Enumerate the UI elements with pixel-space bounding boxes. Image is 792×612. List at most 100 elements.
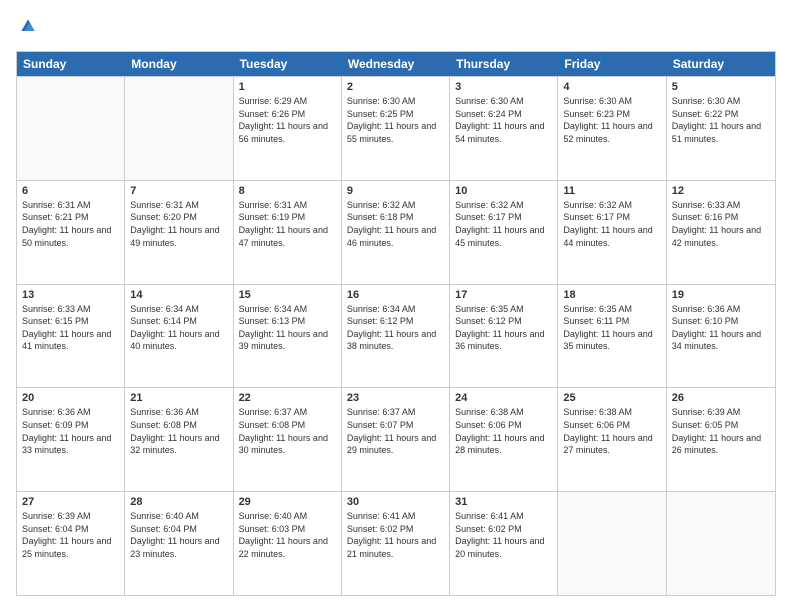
- calendar-cell-4: 4 Sunrise: 6:30 AM Sunset: 6:23 PM Daylig…: [558, 77, 666, 180]
- calendar-row-4: 27Sunrise: 6:39 AM Sunset: 6:04 PM Dayli…: [17, 491, 775, 595]
- header-day-wednesday: Wednesday: [342, 52, 450, 76]
- calendar-cell-17: 17 Sunrise: 6:35 AM Sunset: 6:12 PM Dayli…: [450, 285, 558, 388]
- calendar-cell-18: 18 Sunrise: 6:35 AM Sunset: 6:11 PM Dayli…: [558, 285, 666, 388]
- cell-info: Sunrise: 6:38 AM Sunset: 6:06 PM Dayligh…: [455, 406, 552, 456]
- cell-info: Sunrise: 6:36 AM Sunset: 6:09 PM Dayligh…: [22, 406, 119, 456]
- cell-info: Sunrise: 6:29 AM Sunset: 6:26 PM Dayligh…: [239, 95, 336, 145]
- day-number: 28: [130, 496, 227, 508]
- logo: [16, 16, 38, 41]
- header-day-thursday: Thursday: [450, 52, 558, 76]
- calendar-cell-empty: [125, 77, 233, 180]
- calendar-cell-8: 8Sunrise: 6:31 AM Sunset: 6:19 PM Daylig…: [234, 181, 342, 284]
- calendar-cell-3: 3 Sunrise: 6:30 AM Sunset: 6:24 PM Daylig…: [450, 77, 558, 180]
- calendar-cell-2: 2 Sunrise: 6:30 AM Sunset: 6:25 PM Daylig…: [342, 77, 450, 180]
- cell-info: Sunrise: 6:36 AM Sunset: 6:08 PM Dayligh…: [130, 406, 227, 456]
- day-number: 17: [455, 289, 552, 301]
- day-number: 12: [672, 185, 770, 197]
- calendar-row-3: 20 Sunrise: 6:36 AM Sunset: 6:09 PM Dayli…: [17, 387, 775, 491]
- cell-info: Sunrise: 6:41 AM Sunset: 6:02 PM Dayligh…: [347, 510, 444, 560]
- day-number: 8: [239, 185, 336, 197]
- cell-info: Sunrise: 6:39 AM Sunset: 6:05 PM Dayligh…: [672, 406, 770, 456]
- cell-info: Sunrise: 6:36 AM Sunset: 6:10 PM Dayligh…: [672, 303, 770, 353]
- day-number: 2: [347, 81, 444, 93]
- day-number: 6: [22, 185, 119, 197]
- day-number: 20: [22, 392, 119, 404]
- calendar-cell-13: 13 Sunrise: 6:33 AM Sunset: 6:15 PM Dayli…: [17, 285, 125, 388]
- cell-info: Sunrise: 6:31 AM Sunset: 6:20 PM Dayligh…: [130, 199, 227, 249]
- cell-info: Sunrise: 6:32 AM Sunset: 6:17 PM Dayligh…: [455, 199, 552, 249]
- calendar-cell-9: 9Sunrise: 6:32 AM Sunset: 6:18 PM Daylig…: [342, 181, 450, 284]
- day-number: 18: [563, 289, 660, 301]
- cell-info: Sunrise: 6:30 AM Sunset: 6:23 PM Dayligh…: [563, 95, 660, 145]
- cell-info: Sunrise: 6:30 AM Sunset: 6:24 PM Dayligh…: [455, 95, 552, 145]
- day-number: 31: [455, 496, 552, 508]
- cell-info: Sunrise: 6:32 AM Sunset: 6:17 PM Dayligh…: [563, 199, 660, 249]
- day-number: 27: [22, 496, 119, 508]
- calendar-cell-20: 20 Sunrise: 6:36 AM Sunset: 6:09 PM Dayli…: [17, 388, 125, 491]
- day-number: 16: [347, 289, 444, 301]
- header-day-friday: Friday: [558, 52, 666, 76]
- cell-info: Sunrise: 6:30 AM Sunset: 6:25 PM Dayligh…: [347, 95, 444, 145]
- day-number: 7: [130, 185, 227, 197]
- day-number: 3: [455, 81, 552, 93]
- cell-info: Sunrise: 6:30 AM Sunset: 6:22 PM Dayligh…: [672, 95, 770, 145]
- calendar-body: 1 Sunrise: 6:29 AM Sunset: 6:26 PM Daylig…: [17, 76, 775, 595]
- calendar-cell-27: 27Sunrise: 6:39 AM Sunset: 6:04 PM Dayli…: [17, 492, 125, 595]
- cell-info: Sunrise: 6:34 AM Sunset: 6:13 PM Dayligh…: [239, 303, 336, 353]
- calendar-cell-5: 5 Sunrise: 6:30 AM Sunset: 6:22 PM Daylig…: [667, 77, 775, 180]
- calendar-cell-10: 10Sunrise: 6:32 AM Sunset: 6:17 PM Dayli…: [450, 181, 558, 284]
- day-number: 29: [239, 496, 336, 508]
- cell-info: Sunrise: 6:40 AM Sunset: 6:04 PM Dayligh…: [130, 510, 227, 560]
- cell-info: Sunrise: 6:38 AM Sunset: 6:06 PM Dayligh…: [563, 406, 660, 456]
- cell-info: Sunrise: 6:35 AM Sunset: 6:11 PM Dayligh…: [563, 303, 660, 353]
- calendar-cell-empty: [667, 492, 775, 595]
- header-day-sunday: Sunday: [17, 52, 125, 76]
- day-number: 4: [563, 81, 660, 93]
- calendar-row-2: 13 Sunrise: 6:33 AM Sunset: 6:15 PM Dayli…: [17, 284, 775, 388]
- cell-info: Sunrise: 6:37 AM Sunset: 6:07 PM Dayligh…: [347, 406, 444, 456]
- calendar: SundayMondayTuesdayWednesdayThursdayFrid…: [16, 51, 776, 596]
- cell-info: Sunrise: 6:41 AM Sunset: 6:02 PM Dayligh…: [455, 510, 552, 560]
- logo-icon: [18, 16, 38, 36]
- cell-info: Sunrise: 6:34 AM Sunset: 6:12 PM Dayligh…: [347, 303, 444, 353]
- header-day-saturday: Saturday: [667, 52, 775, 76]
- calendar-cell-29: 29 Sunrise: 6:40 AM Sunset: 6:03 PM Dayli…: [234, 492, 342, 595]
- day-number: 5: [672, 81, 770, 93]
- day-number: 1: [239, 81, 336, 93]
- calendar-cell-25: 25 Sunrise: 6:38 AM Sunset: 6:06 PM Dayli…: [558, 388, 666, 491]
- calendar-cell-14: 14Sunrise: 6:34 AM Sunset: 6:14 PM Dayli…: [125, 285, 233, 388]
- day-number: 19: [672, 289, 770, 301]
- calendar-cell-1: 1 Sunrise: 6:29 AM Sunset: 6:26 PM Daylig…: [234, 77, 342, 180]
- calendar-cell-12: 12Sunrise: 6:33 AM Sunset: 6:16 PM Dayli…: [667, 181, 775, 284]
- day-number: 25: [563, 392, 660, 404]
- calendar-cell-31: 31 Sunrise: 6:41 AM Sunset: 6:02 PM Dayli…: [450, 492, 558, 595]
- calendar-cell-16: 16 Sunrise: 6:34 AM Sunset: 6:12 PM Dayli…: [342, 285, 450, 388]
- calendar-cell-22: 22Sunrise: 6:37 AM Sunset: 6:08 PM Dayli…: [234, 388, 342, 491]
- cell-info: Sunrise: 6:35 AM Sunset: 6:12 PM Dayligh…: [455, 303, 552, 353]
- cell-info: Sunrise: 6:37 AM Sunset: 6:08 PM Dayligh…: [239, 406, 336, 456]
- header-day-tuesday: Tuesday: [234, 52, 342, 76]
- day-number: 13: [22, 289, 119, 301]
- cell-info: Sunrise: 6:40 AM Sunset: 6:03 PM Dayligh…: [239, 510, 336, 560]
- cell-info: Sunrise: 6:32 AM Sunset: 6:18 PM Dayligh…: [347, 199, 444, 249]
- header-day-monday: Monday: [125, 52, 233, 76]
- calendar-cell-empty: [558, 492, 666, 595]
- calendar-cell-11: 11 Sunrise: 6:32 AM Sunset: 6:17 PM Dayli…: [558, 181, 666, 284]
- day-number: 21: [130, 392, 227, 404]
- page: SundayMondayTuesdayWednesdayThursdayFrid…: [0, 0, 792, 612]
- day-number: 15: [239, 289, 336, 301]
- calendar-cell-empty: [17, 77, 125, 180]
- calendar-cell-15: 15 Sunrise: 6:34 AM Sunset: 6:13 PM Dayli…: [234, 285, 342, 388]
- day-number: 30: [347, 496, 444, 508]
- cell-info: Sunrise: 6:34 AM Sunset: 6:14 PM Dayligh…: [130, 303, 227, 353]
- calendar-cell-19: 19 Sunrise: 6:36 AM Sunset: 6:10 PM Dayli…: [667, 285, 775, 388]
- calendar-header: SundayMondayTuesdayWednesdayThursdayFrid…: [17, 52, 775, 76]
- calendar-cell-21: 21 Sunrise: 6:36 AM Sunset: 6:08 PM Dayli…: [125, 388, 233, 491]
- calendar-cell-26: 26Sunrise: 6:39 AM Sunset: 6:05 PM Dayli…: [667, 388, 775, 491]
- calendar-row-0: 1 Sunrise: 6:29 AM Sunset: 6:26 PM Daylig…: [17, 76, 775, 180]
- calendar-cell-28: 28 Sunrise: 6:40 AM Sunset: 6:04 PM Dayli…: [125, 492, 233, 595]
- cell-info: Sunrise: 6:33 AM Sunset: 6:15 PM Dayligh…: [22, 303, 119, 353]
- calendar-cell-7: 7 Sunrise: 6:31 AM Sunset: 6:20 PM Daylig…: [125, 181, 233, 284]
- calendar-cell-6: 6Sunrise: 6:31 AM Sunset: 6:21 PM Daylig…: [17, 181, 125, 284]
- day-number: 11: [563, 185, 660, 197]
